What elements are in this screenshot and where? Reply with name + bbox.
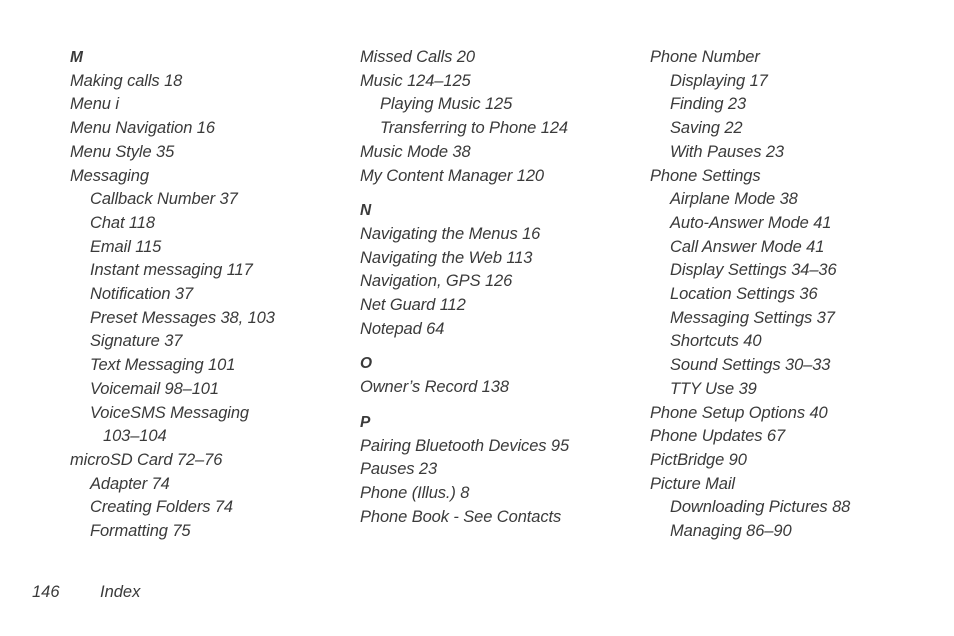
index-subentry: Downloading Pictures 88 (670, 498, 851, 517)
index-page: M Making calls 18 Menu i Menu Navigation 16… (0, 0, 954, 636)
index-entry: Messaging (70, 166, 149, 185)
page-footer: 146 Index (32, 583, 140, 602)
index-entry: Making calls 18 (70, 71, 183, 90)
index-subentry: Displaying 17 (670, 71, 768, 90)
index-column-2: Missed Calls 20 Music 124–125 Playing Musi… (360, 46, 650, 529)
index-subentry: Managing 86–90 (670, 522, 792, 541)
index-subentry: Sound Settings 30–33 (670, 356, 831, 375)
index-subentry: Email 115 (90, 237, 162, 256)
index-entry: Menu i (70, 95, 119, 114)
index-subentry: Call Answer Mode 41 (670, 237, 825, 256)
index-section-letter: N (360, 202, 372, 220)
index-subentry: Finding 23 (670, 95, 747, 114)
index-entry: Navigating the Menus 16 (360, 224, 541, 243)
index-entry: Navigating the Web 113 (360, 248, 533, 267)
index-subentry: Adapter 74 (90, 474, 170, 493)
footer-label: Index (100, 583, 141, 601)
index-entry: Music Mode 38 (360, 142, 471, 161)
index-subentry: Text Messaging 101 (90, 356, 236, 375)
index-entry: Menu Style 35 (70, 142, 175, 161)
index-entry: Picture Mail (650, 474, 735, 493)
index-entry: Owner’s Record 138 (360, 378, 509, 397)
index-subentry: Playing Music 125 (380, 95, 513, 114)
index-entry: Phone Settings (650, 166, 761, 185)
index-subentry: Saving 22 (670, 119, 743, 138)
index-entry: Net Guard 112 (360, 296, 466, 315)
index-subentry: Instant messaging 117 (90, 261, 253, 280)
index-section-letter: M (70, 49, 83, 66)
index-column-1: M Making calls 18 Menu i Menu Navigation 16… (70, 46, 360, 544)
index-subentry: Airplane Mode 38 (670, 190, 798, 209)
index-entry: Navigation, GPS 126 (360, 272, 513, 291)
index-subentry: Messaging Settings 37 (670, 308, 835, 327)
index-entry: Phone Setup Options 40 (650, 403, 828, 422)
index-subentry: 103–104 (103, 427, 167, 446)
index-entry: Notepad 64 (360, 319, 445, 338)
index-entry: Phone Updates 67 (650, 427, 786, 446)
index-subentry: Formatting 75 (90, 522, 191, 541)
index-entry: Phone (Illus.) 8 (360, 483, 470, 502)
index-subentry: Signature 37 (90, 332, 183, 351)
index-section-letter: O (360, 355, 373, 373)
index-entry: Music 124–125 (360, 71, 471, 90)
footer-page-number: 146 (32, 583, 60, 601)
index-subentry: Transferring to Phone 124 (380, 119, 568, 138)
index-subentry: TTY Use 39 (670, 379, 757, 398)
index-section-letter: P (360, 413, 371, 431)
index-subentry: Preset Messages 38, 103 (90, 308, 275, 327)
index-subentry: Creating Folders 74 (90, 498, 234, 517)
index-entry: Pairing Bluetooth Devices 95 (360, 436, 570, 455)
index-columns: M Making calls 18 Menu i Menu Navigation 16… (70, 46, 930, 544)
index-entry: PictBridge 90 (650, 450, 747, 469)
index-subentry: Callback Number 37 (90, 190, 238, 209)
index-subentry: Auto-Answer Mode 41 (670, 213, 832, 232)
index-entry: Missed Calls 20 (360, 48, 475, 66)
index-subentry: Notification 37 (90, 285, 194, 304)
index-column-3: Phone Number Displaying 17 Finding 23 Savin… (650, 46, 950, 544)
index-subentry: Display Settings 34–36 (670, 261, 837, 280)
index-entry: Pauses 23 (360, 460, 438, 479)
index-subentry: VoiceSMS Messaging (90, 403, 249, 422)
index-entry: My Content Manager 120 (360, 166, 544, 185)
index-entry: microSD Card 72–76 (70, 450, 223, 469)
index-subentry: Chat 118 (90, 213, 155, 232)
index-entry: Menu Navigation 16 (70, 119, 215, 138)
index-subentry: With Pauses 23 (670, 142, 785, 161)
index-entry: Phone Book - See Contacts (360, 507, 562, 526)
index-subentry: Shortcuts 40 (670, 332, 762, 351)
index-subentry: Voicemail 98–101 (90, 379, 219, 398)
index-subentry: Location Settings 36 (670, 285, 818, 304)
index-entry: Phone Number (650, 48, 760, 66)
